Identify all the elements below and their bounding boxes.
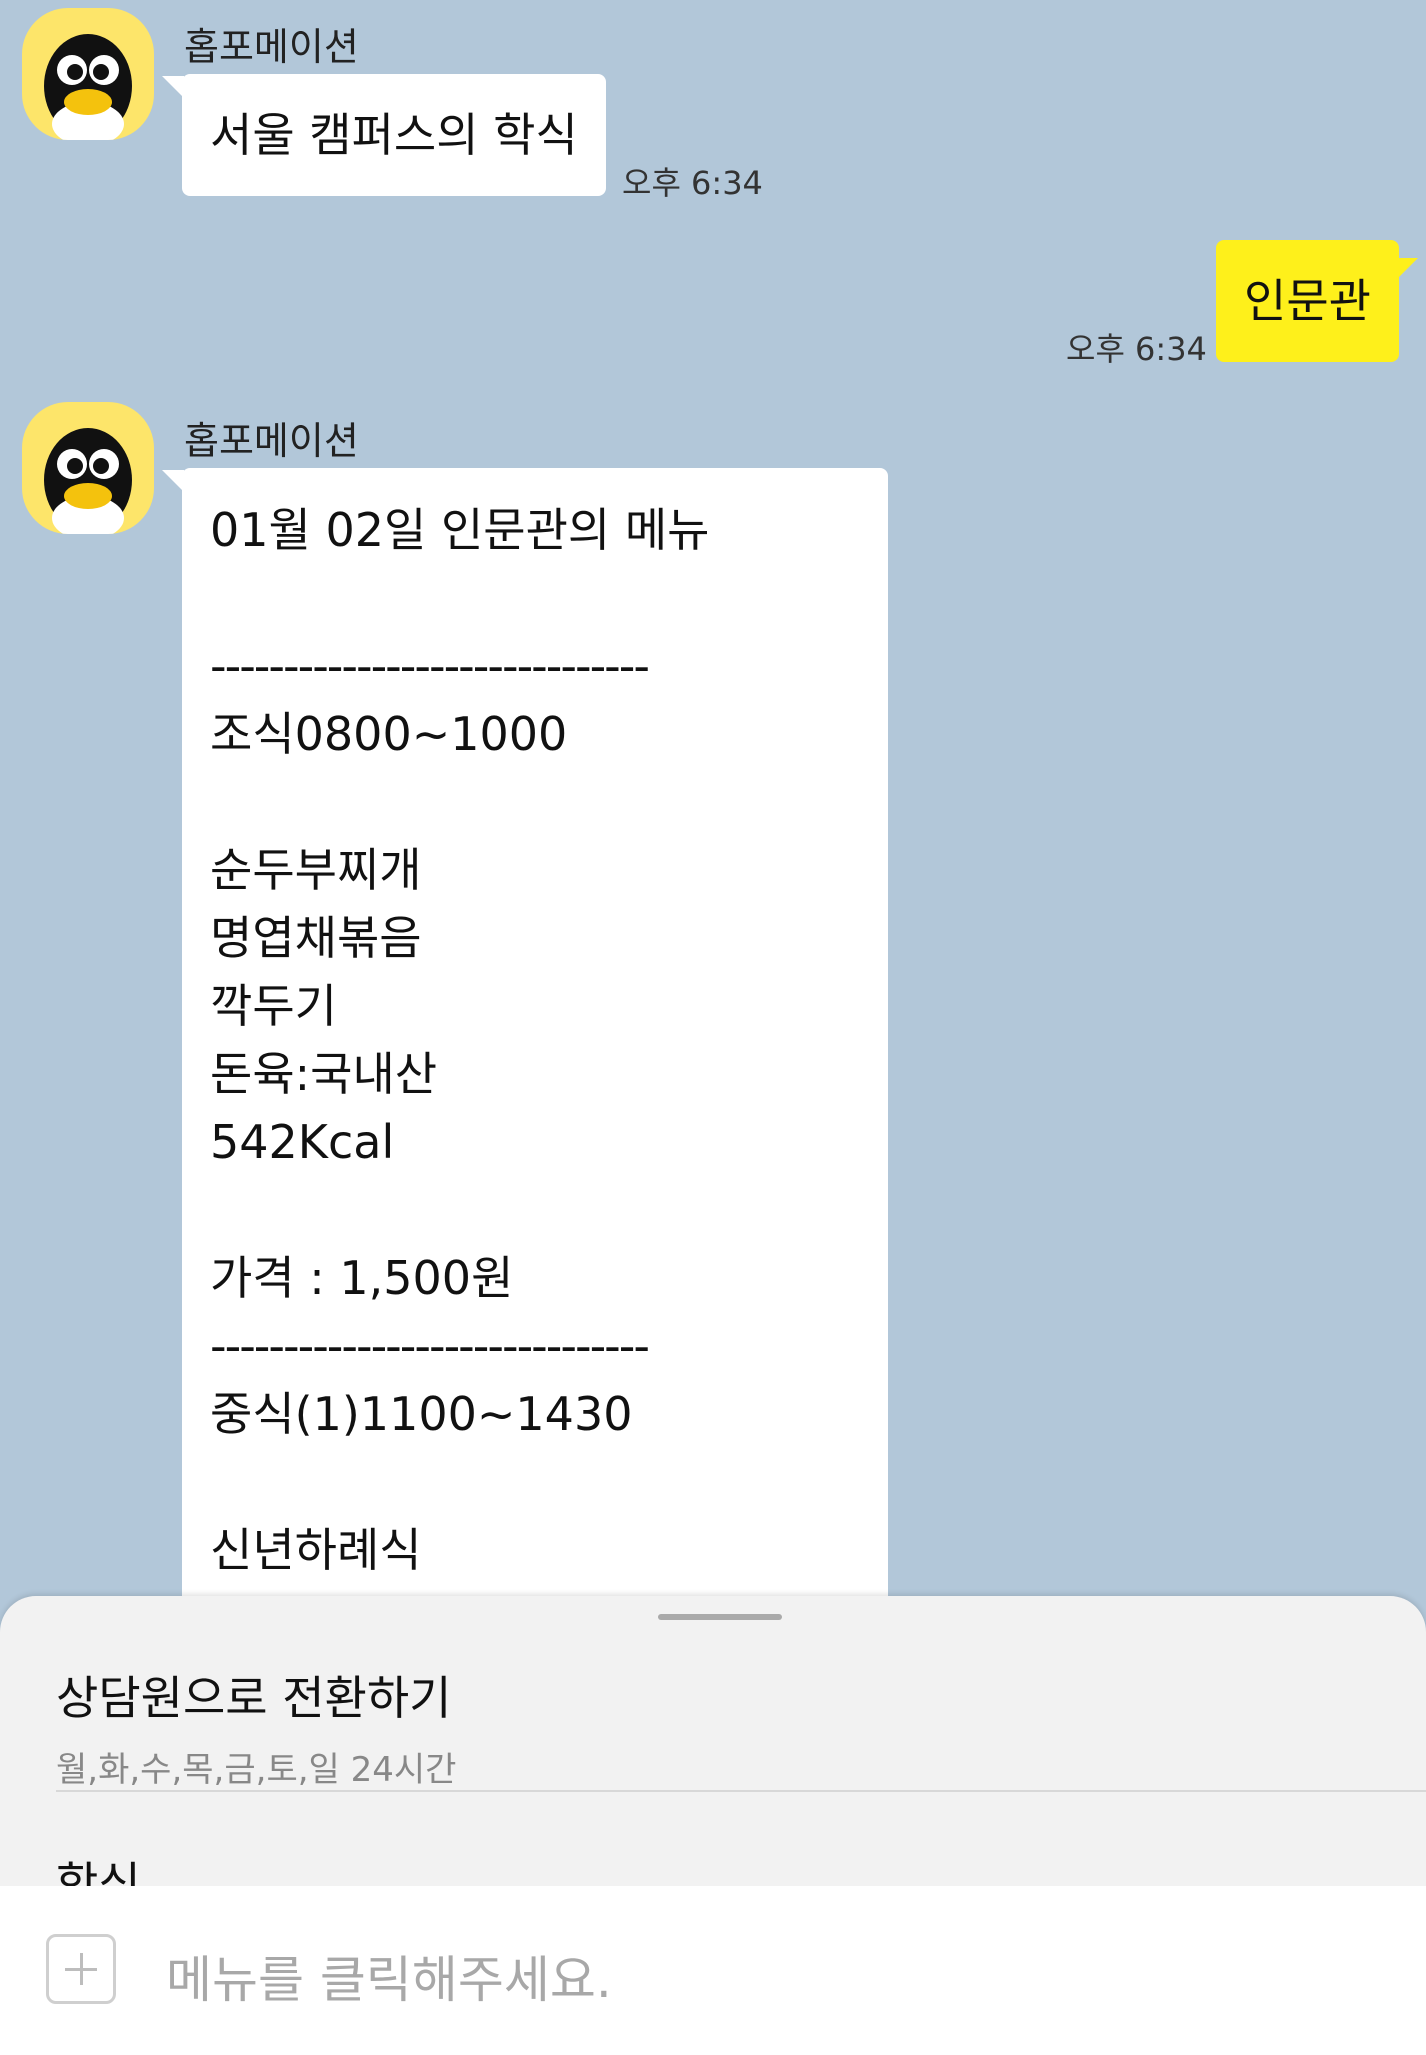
penguin-avatar-icon xyxy=(44,428,132,534)
penguin-avatar-icon xyxy=(44,34,132,140)
menu-divider: ------------------------------ xyxy=(210,1319,650,1373)
menu-line: 542Kcal xyxy=(210,1115,395,1169)
sender-name: 홉포메이션 xyxy=(184,419,359,463)
bubble-tail xyxy=(162,76,184,98)
message-input[interactable]: 메뉴를 클릭해주세요. xyxy=(166,1940,612,2012)
message-time: 오후 6:34 xyxy=(622,164,763,202)
message-text: 서울 캠퍼스의 학식 xyxy=(210,108,578,162)
menu-line: 신년하례식 xyxy=(210,1523,422,1577)
bot-avatar[interactable] xyxy=(22,402,154,534)
bubble-tail xyxy=(1396,258,1418,280)
plus-icon[interactable] xyxy=(46,1934,116,2004)
menu-line xyxy=(210,768,860,836)
menu-message-bubble[interactable]: 01월 02일 인문관의 메뉴 ------------------------… xyxy=(182,468,888,1608)
menu-line: 순두부찌개 xyxy=(210,843,422,897)
menu-line: 중식(1)1100~1430 xyxy=(210,1387,633,1441)
menu-line: 명엽채볶음 xyxy=(210,911,422,965)
menu-line: 돈육:국내산 xyxy=(210,1047,438,1101)
sheet-divider xyxy=(56,1790,1426,1792)
bubble-tail xyxy=(162,470,184,492)
bot-avatar[interactable] xyxy=(22,8,154,140)
sheet-drag-handle[interactable] xyxy=(658,1614,782,1620)
menu-item-cafeteria[interactable]: 학식 xyxy=(56,1848,141,1886)
menu-line xyxy=(210,1176,860,1244)
menu-line: 가격 : 1,500원 xyxy=(210,1251,514,1305)
menu-divider: ------------------------------ xyxy=(210,639,650,693)
input-bar: 메뉴를 클릭해주세요. xyxy=(0,1886,1426,2055)
sender-name: 홉포메이션 xyxy=(184,25,359,69)
menu-line xyxy=(210,564,860,632)
switch-to-agent-title[interactable]: 상담원으로 전환하기 xyxy=(56,1662,452,1728)
menu-line xyxy=(210,1448,860,1516)
my-message-bubble[interactable]: 인문관 xyxy=(1216,240,1399,362)
menu-line: 깍두기 xyxy=(210,979,337,1033)
menu-line: 조식0800~1000 xyxy=(210,707,568,761)
menu-line: 01월 02일 인문관의 메뉴 xyxy=(210,503,710,557)
switch-to-agent-hours: 월,화,수,목,금,토,일 24시간 xyxy=(56,1750,457,1790)
quick-menu-sheet: 상담원으로 전환하기 월,화,수,목,금,토,일 24시간 학식 xyxy=(0,1596,1426,1886)
message-time: 오후 6:34 xyxy=(1066,330,1207,368)
message-text: 인문관 xyxy=(1244,274,1371,328)
message-bubble[interactable]: 서울 캠퍼스의 학식 xyxy=(182,74,606,196)
